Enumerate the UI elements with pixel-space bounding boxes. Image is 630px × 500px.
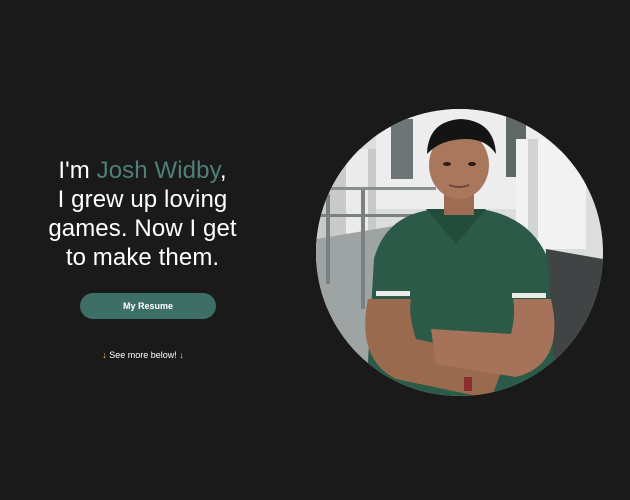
intro-line-3: games. Now I get	[48, 215, 237, 242]
see-more-link[interactable]: ↓ See more below! ↓	[80, 349, 206, 361]
intro-line-2: I grew up loving	[57, 186, 228, 213]
intro-line1-suffix: ,	[219, 157, 227, 184]
see-more-text: See more below!	[106, 350, 180, 360]
profile-photo	[316, 109, 603, 396]
intro-line-4: to make them.	[65, 244, 220, 271]
arrow-down-icon: ↓	[179, 350, 184, 360]
resume-button[interactable]: My Resume	[80, 293, 216, 319]
hero-section: I'm Josh Widby, I grew up loving games. …	[0, 0, 630, 500]
intro-prefix: I'm	[58, 157, 97, 184]
intro-line-1: I'm Josh Widby,	[20, 156, 265, 185]
intro-heading: I'm Josh Widby, I grew up loving games. …	[20, 156, 265, 272]
intro-name: Josh Widby	[96, 157, 220, 184]
